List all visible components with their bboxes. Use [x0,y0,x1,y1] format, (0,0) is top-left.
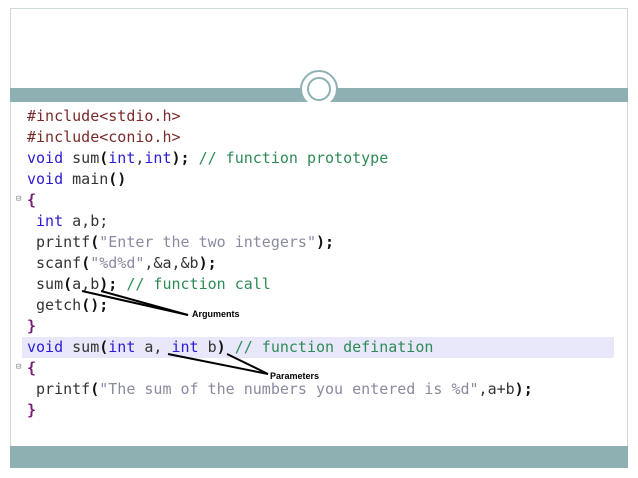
code-token: ; [180,149,199,167]
code-line-text: printf("Enter the two integers"); [27,232,334,253]
parameters-annotation: Parameters [270,371,320,381]
code-token: ( [90,380,100,398]
code-token: #include<conio.h> [27,128,181,146]
code-line: void sum(int,int); // function prototype [22,148,614,169]
code-token: #include<stdio.h> [27,107,181,125]
code-line: printf("The sum of the numbers you enter… [22,379,614,400]
code-token: b [198,338,217,356]
code-token: ( [63,275,73,293]
fold-marker-icon[interactable]: ⊟ [16,362,23,373]
code-token: ) [171,149,181,167]
code-token: { [27,359,37,377]
code-line: getch(); [22,295,614,316]
code-line-text: scanf("%d%d",&a,&b); [27,253,217,274]
code-token: void [27,338,64,356]
code-token: } [27,317,37,335]
code-token: int [108,338,136,356]
code-line: printf("Enter the two integers"); [22,232,614,253]
code-token: printf [27,233,91,251]
code-line-text: sum(a,b); // function call [27,274,271,295]
code-token: scanf [27,254,82,272]
code-line: } [22,316,614,337]
code-token: main [63,170,109,188]
code-line: sum(a,b); // function call [22,274,614,295]
code-token: ( [81,254,91,272]
code-token: sum [63,338,100,356]
code-token: () [108,170,127,188]
code-line-text: #include<conio.h> [27,127,181,148]
arguments-annotation: Arguments [192,309,240,319]
code-token: // function call [126,275,271,293]
code-token: printf [27,380,91,398]
code-token: ,a+b [478,380,515,398]
code-token: int [171,338,199,356]
code-token: "The sum of the numbers you entered is %… [99,380,479,398]
code-token: int [27,212,64,230]
code-line-text: { [27,358,36,379]
code-token: ) [216,338,235,356]
code-token: ); [198,254,217,272]
slide-bottom-band [10,446,628,468]
code-line: scanf("%d%d",&a,&b); [22,253,614,274]
code-token: { [27,191,37,209]
code-token: sum [27,275,64,293]
code-token: a, [135,338,172,356]
code-line-text: { [27,190,36,211]
code-token: a,b [72,275,100,293]
code-token: ); [99,275,127,293]
code-token: int [144,149,172,167]
code-line: ⊟{ [16,190,614,211]
code-line-text: void sum(int a, int b) // function defin… [27,337,433,358]
code-token: ( [99,338,109,356]
code-token: } [27,401,37,419]
code-token: sum [63,149,100,167]
code-token: // function prototype [198,149,389,167]
code-token: ( [90,233,100,251]
code-line: } [22,400,614,421]
code-token: ( [99,149,109,167]
code-token: ,&a,&b [144,254,199,272]
code-line-text: #include<stdio.h> [27,106,181,127]
code-token: (); [81,296,109,314]
code-token: ); [514,380,533,398]
code-line-text: getch(); [27,295,108,316]
code-line-text: printf("The sum of the numbers you enter… [27,379,533,400]
code-line: void main() [22,169,614,190]
code-token: ); [316,233,335,251]
code-line: #include<conio.h> [22,127,614,148]
code-token: void [27,170,64,188]
code-line: void sum(int a, int b) // function defin… [22,337,614,358]
code-line-text: void main() [27,169,126,190]
code-line-text: int a,b; [27,211,108,232]
code-token: "Enter the two integers" [99,233,316,251]
code-line-text: } [27,316,36,337]
code-token: int [108,149,136,167]
code-token: "%d%d" [90,254,145,272]
code-token: a,b; [63,212,109,230]
code-line-text: void sum(int,int); // function prototype [27,148,388,169]
code-token: void [27,149,64,167]
code-line-text: } [27,400,36,421]
fold-marker-icon[interactable]: ⊟ [16,194,23,205]
code-line: #include<stdio.h> [22,106,614,127]
code-token: getch [27,296,82,314]
code-token: // function defination [234,338,434,356]
code-line: int a,b; [22,211,614,232]
